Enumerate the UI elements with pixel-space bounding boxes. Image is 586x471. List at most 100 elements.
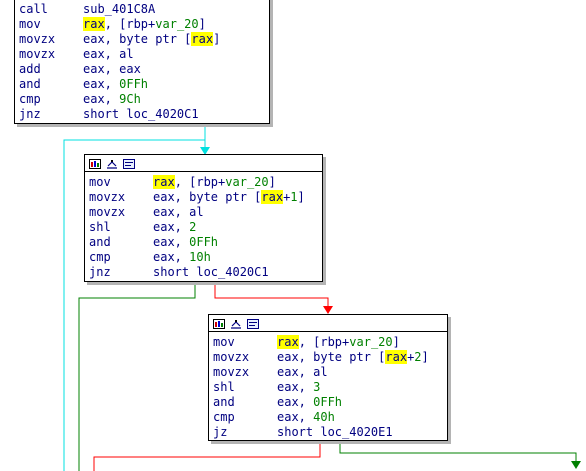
operand-text: eax, byte ptr [	[83, 32, 192, 46]
mnemonic: movzx	[19, 47, 56, 61]
block-header	[209, 315, 447, 332]
code-block-1[interactable]: call sub_401C8A mov rax, [rbp+var_20] movzx e…	[14, 0, 270, 124]
operands: eax, 0FFh	[153, 235, 218, 250]
stack-variable: var_20	[155, 17, 199, 31]
operand-text: eax,	[277, 395, 314, 409]
operands: eax, al	[83, 47, 134, 62]
operand-text: , [rbp+	[298, 335, 350, 349]
operands: eax, al	[153, 205, 204, 220]
mnemonic: mov	[213, 335, 235, 349]
graph-color-icon[interactable]	[89, 158, 101, 169]
operands: eax, al	[277, 365, 328, 380]
graph-text-icon[interactable]	[123, 158, 135, 169]
operands: rax, [rbp+var_20]	[153, 175, 276, 190]
mnemonic: movzx	[213, 365, 250, 379]
operand-text: eax, al	[83, 47, 134, 61]
mnemonic: jnz	[19, 107, 41, 121]
operands: eax, 9Ch	[83, 92, 141, 107]
register-highlight[interactable]: rax	[83, 17, 105, 31]
operands: eax, byte ptr [rax+2]	[277, 350, 429, 365]
operand-text: eax,	[83, 92, 120, 106]
edge-block3-branch-true	[339, 441, 577, 462]
operands: short loc_4020C1	[153, 265, 269, 280]
operand-text: sub_401C8A	[83, 2, 156, 16]
immediate-value: 2	[414, 350, 422, 364]
edge-block2-to-block3	[214, 283, 329, 307]
stack-variable: var_20	[349, 335, 393, 349]
mnemonic: mov	[19, 17, 41, 31]
immediate-value: 1	[290, 190, 298, 204]
operand-text: eax,	[153, 235, 190, 249]
edge-block3-branch-false	[93, 441, 321, 471]
mnemonic: and	[19, 77, 41, 91]
operand-text: short loc_4020C1	[153, 265, 269, 279]
stack-variable: var_20	[225, 175, 269, 189]
arrow-block3-true	[571, 461, 581, 469]
code-block-2[interactable]: mov rax, [rbp+var_20] movzx eax, byte ptr […	[84, 154, 323, 282]
immediate-value: 40h	[313, 410, 335, 424]
register-highlight[interactable]: rax	[261, 190, 284, 204]
immediate-value: 0FFh	[189, 235, 219, 249]
immediate-value: 0FFh	[313, 395, 343, 409]
block-header	[85, 155, 322, 172]
operand-text: ]	[392, 335, 400, 349]
operands: rax, [rbp+var_20]	[83, 17, 206, 32]
mnemonic: movzx	[89, 190, 126, 204]
graph-text-icon[interactable]	[247, 318, 259, 329]
operand-text: eax,	[83, 77, 120, 91]
operand-text: ]	[421, 350, 429, 364]
mnemonic: cmp	[19, 92, 41, 106]
operand-text: , [rbp+	[104, 17, 156, 31]
code-block-3[interactable]: mov rax, [rbp+var_20] movzx eax, byte ptr […	[208, 314, 448, 441]
graph-edit-icon[interactable]	[230, 318, 242, 329]
immediate-value: 3	[313, 380, 321, 394]
register-highlight[interactable]: rax	[153, 175, 175, 189]
immediate-value: 9Ch	[119, 92, 141, 106]
operands: eax, byte ptr [rax]	[83, 32, 220, 47]
mnemonic: cmp	[89, 250, 111, 264]
operand-text: eax, byte ptr [	[153, 190, 262, 204]
mnemonic: jz	[213, 425, 228, 439]
operand-text: ]	[198, 17, 206, 31]
operand-text: ]	[297, 190, 305, 204]
mnemonic: mov	[89, 175, 111, 189]
arrow-to-block3	[323, 306, 333, 314]
edge-block2-branch-true	[78, 283, 196, 471]
operands: eax, byte ptr [rax+1]	[153, 190, 305, 205]
graph-color-icon[interactable]	[213, 318, 225, 329]
operand-text: eax,	[277, 410, 314, 424]
immediate-value: 2	[189, 220, 197, 234]
operand-text: short loc_4020E1	[277, 425, 393, 439]
operands: rax, [rbp+var_20]	[277, 335, 400, 350]
operands: eax, 40h	[277, 410, 335, 425]
mnemonic: movzx	[213, 350, 250, 364]
mnemonic: and	[89, 235, 111, 249]
mnemonic: call	[19, 2, 48, 16]
operand-text: eax,	[153, 220, 190, 234]
operands: eax, 0FFh	[277, 395, 342, 410]
operand-text: , [rbp+	[174, 175, 226, 189]
mnemonic: movzx	[19, 32, 56, 46]
operands: sub_401C8A	[83, 2, 155, 17]
register-highlight[interactable]: rax	[385, 350, 408, 364]
mnemonic: and	[213, 395, 235, 409]
operand-text: eax,	[153, 250, 190, 264]
mnemonic: jnz	[89, 265, 111, 279]
graph-edit-icon[interactable]	[106, 158, 118, 169]
operands: eax, 10h	[153, 250, 211, 265]
operands: eax, 2	[153, 220, 196, 235]
mnemonic: shl	[89, 220, 111, 234]
operands: eax, 0FFh	[83, 77, 148, 92]
operand-text: short loc_4020C1	[83, 107, 199, 121]
register-highlight[interactable]: rax	[277, 335, 299, 349]
operand-text: ]	[213, 32, 221, 46]
operand-text: eax,	[277, 380, 314, 394]
mnemonic: add	[19, 62, 41, 76]
register-highlight[interactable]: rax	[191, 32, 214, 46]
immediate-value: 10h	[189, 250, 211, 264]
operands: short loc_4020C1	[83, 107, 199, 122]
mnemonic: movzx	[89, 205, 126, 219]
mnemonic: shl	[213, 380, 235, 394]
operand-text: eax, eax	[83, 62, 141, 76]
mnemonic: cmp	[213, 410, 235, 424]
